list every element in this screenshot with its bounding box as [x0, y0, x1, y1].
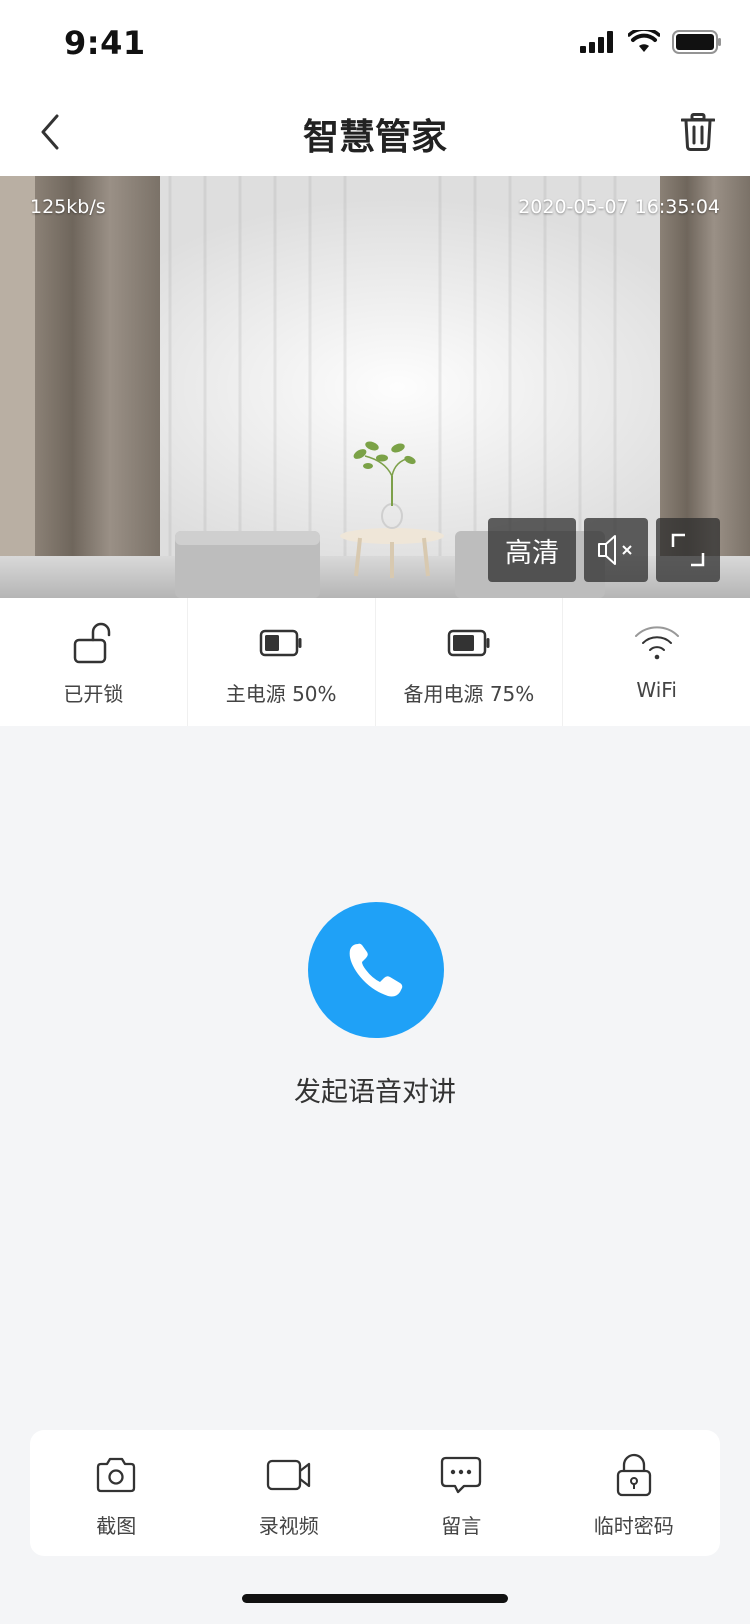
voice-intercom-label: 发起语音对讲: [294, 1077, 456, 1108]
quality-button[interactable]: 高清: [488, 518, 576, 582]
status-main-power: 主电源 50%: [186, 598, 375, 726]
speaker-muted-icon: [598, 535, 632, 565]
status-time: 9:41: [64, 24, 146, 62]
device-status-row: 已开锁 主电源 50% 备用电源 75% WiFi: [0, 598, 750, 726]
battery-icon: [259, 629, 302, 657]
temp-password-label: 临时密码: [593, 1514, 674, 1538]
action-toolbar: 截图 录视频 留言 临时密码: [30, 1430, 720, 1556]
trash-icon: [681, 113, 715, 151]
camera-video-feed[interactable]: 125kb/s 2020-05-07 16:35:04 高清: [0, 176, 750, 598]
camera-icon: [97, 1457, 136, 1493]
nav-bar: 智慧管家: [0, 88, 750, 176]
status-wifi-label: WiFi: [636, 678, 677, 702]
status-bar: 9:41: [0, 0, 750, 88]
bitrate-readout: 125kb/s: [30, 196, 106, 218]
phone-icon: [349, 943, 403, 997]
lock-icon: [616, 1453, 651, 1497]
status-main-power-label: 主电源 50%: [225, 682, 337, 706]
record-video-label: 录视频: [258, 1514, 319, 1538]
voice-intercom-button[interactable]: [308, 902, 444, 1038]
wifi-status-icon: [628, 30, 660, 52]
message-icon: [441, 1456, 482, 1494]
video-timestamp: 2020-05-07 16:35:04: [518, 196, 720, 218]
unlock-icon: [74, 622, 111, 664]
message-label: 留言: [441, 1514, 482, 1538]
status-icons: [580, 30, 722, 54]
delete-button[interactable]: [674, 108, 722, 156]
video-camera-icon: [266, 1459, 310, 1491]
screenshot-button[interactable]: 截图: [30, 1430, 203, 1556]
status-backup-power-label: 备用电源 75%: [403, 682, 535, 706]
fullscreen-icon: [671, 533, 705, 567]
video-controls: 高清: [488, 518, 720, 582]
page-title: 智慧管家: [302, 117, 447, 158]
signal-icon: [580, 31, 613, 53]
record-video-button[interactable]: 录视频: [203, 1430, 376, 1556]
status-lock: 已开锁: [0, 598, 187, 726]
status-backup-power: 备用电源 75%: [374, 598, 563, 726]
battery-status-icon: [672, 30, 721, 54]
mute-button[interactable]: [584, 518, 648, 582]
status-wifi: WiFi: [562, 598, 750, 726]
home-indicator: [242, 1594, 508, 1603]
temp-password-button[interactable]: 临时密码: [548, 1430, 721, 1556]
status-lock-label: 已开锁: [63, 682, 124, 706]
battery-icon: [447, 629, 490, 657]
screenshot-label: 截图: [96, 1514, 137, 1538]
message-button[interactable]: 留言: [375, 1430, 548, 1556]
fullscreen-button[interactable]: [656, 518, 720, 582]
wifi-icon: [634, 626, 679, 660]
